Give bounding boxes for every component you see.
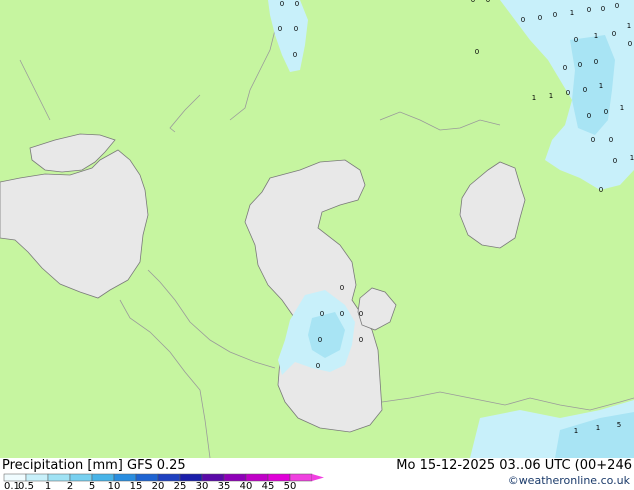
legend-swatch [179,473,203,482]
precip-value-label: 1 [630,154,634,162]
legend-arrow [312,474,324,481]
legend-swatch [3,473,27,482]
precip-value-label: 0 [604,108,608,116]
precip-value-label: 0 [609,136,613,144]
legend-swatch [201,473,225,482]
precip-value-label: 0 [599,186,603,194]
precip-value-label: 0 [583,86,587,94]
legend-value: 45 [262,481,275,490]
precip-value-label: 0 [475,48,479,56]
legend-swatch [69,473,93,482]
precip-value-label: 0 [295,0,299,8]
precip-value-label: 1 [549,92,553,100]
precip-value-label: 5 [617,421,621,429]
precip-value-label: 0 [578,61,582,69]
precip-value-label: 1 [570,9,574,17]
legend-value: 10 [108,481,121,490]
precip-value-label: 0 [320,310,324,318]
legend-value: 25 [174,481,187,490]
legend-swatch [245,473,269,482]
precip-value-label: 0 [601,5,605,13]
precip-value-label: 0 [471,0,475,4]
legend-swatch [47,473,71,482]
legend-swatch [157,473,181,482]
precip-value-label: 0 [278,25,282,33]
precip-value-label: 0 [316,362,320,370]
precip-value-label: 0 [613,157,617,165]
precip-value-label: 1 [594,32,598,40]
precip-value-label: 0 [615,2,619,10]
precip-value-label: 0 [521,16,525,24]
legend-swatch [135,473,159,482]
precipitation-map: 0 0 0 0 0 0 0 0 0 0 0 1 0 0 0 0 1 0 0 1 0 0 0 1 1 0 0 1 0 0 1 0 0 0 1 0 0 0 0 0… [0,0,634,458]
precip-value-label: 0 [566,89,570,97]
precip-value-label: 0 [359,310,363,318]
legend-value: 50 [284,481,297,490]
precip-value-label: 0 [612,30,616,38]
precip-value-label: 0 [574,36,578,44]
legend-swatch [289,473,313,482]
legend-swatch [25,473,49,482]
legend-swatch [223,473,247,482]
precip-value-label: 0 [628,40,632,48]
legend-value: 0.5 [18,481,34,490]
legend-value: 40 [240,481,253,490]
legend-value: 5 [89,481,95,490]
legend-swatch [113,473,137,482]
precip-value-label: 0 [359,336,363,344]
copyright-link[interactable]: ©weatheronline.co.uk [508,474,630,487]
precip-value-label: 0 [340,284,344,292]
precip-value-label: 0 [538,14,542,22]
map-title: Precipitation [mm] GFS 0.25 [2,458,186,473]
legend-swatch [267,473,291,482]
precip-value-label: 0 [280,0,284,8]
forecast-date: Mo 15-12-2025 03..06 UTC (00+246 [396,458,632,473]
footer-bar: Precipitation [mm] GFS 0.25 Mo 15-12-202… [0,458,634,490]
precip-value-label: 1 [620,104,624,112]
precip-value-label: 0 [318,336,322,344]
precip-value-label: 1 [599,82,603,90]
legend-value: 15 [130,481,143,490]
precip-value-label: 0 [563,64,567,72]
precip-value-label: 1 [574,427,578,435]
legend-value: 2 [67,481,73,490]
precip-value-label: 0 [340,310,344,318]
precip-value-label: 0 [594,58,598,66]
precip-value-label: 0 [293,51,297,59]
precip-value-label: 0 [486,0,490,4]
precip-value-label: 0 [553,11,557,19]
legend-value: 30 [196,481,209,490]
legend-value: 1 [45,481,51,490]
precip-value-label: 1 [627,22,631,30]
legend-value: 20 [152,481,165,490]
precip-value-label: 0 [587,112,591,120]
color-legend: 0.10.5 1 2 5 10 15 20 25 30 35 40 45 50 [3,473,324,490]
legend-value: 35 [218,481,231,490]
precip-value-label: 0 [587,6,591,14]
precip-value-label: 1 [596,424,600,432]
precip-value-label: 0 [294,25,298,33]
precip-value-label: 1 [532,94,536,102]
legend-swatch [91,473,115,482]
precip-value-label: 0 [591,136,595,144]
